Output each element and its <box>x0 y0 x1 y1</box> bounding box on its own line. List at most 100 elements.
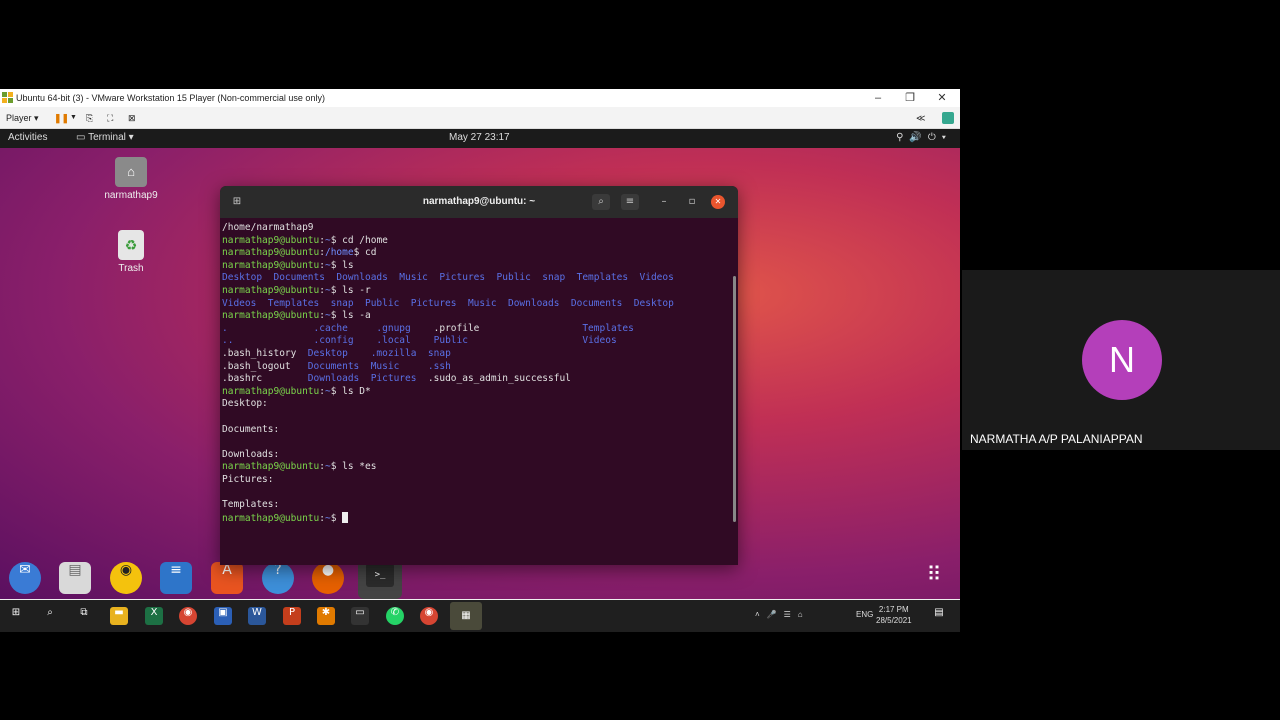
terminal-header[interactable]: ⊞ narmathap9@ubuntu: ~ ⌕ ≡ – ▫ ✕ <box>220 186 738 218</box>
terminal-text: .sudo_as_admin_successful <box>427 373 571 385</box>
close-icon[interactable]: ✕ <box>711 195 725 209</box>
terminal-line: Pictures: <box>222 474 732 487</box>
power-icon: ⏻ <box>927 132 942 143</box>
terminal-text: .bash_logout <box>222 360 308 372</box>
unity-icon[interactable]: ⊠ <box>128 111 136 125</box>
terminal-line: Downloads: <box>222 449 732 462</box>
terminal-line: narmathap9@ubuntu:~$ cd /home <box>222 235 732 248</box>
firefox-icon[interactable]: ● <box>312 562 344 594</box>
terminal-line: . .cache .gnupg .profile Templates <box>222 323 732 336</box>
close-button[interactable]: ✕ <box>926 89 958 107</box>
app-icon[interactable]: ✱ <box>317 607 335 625</box>
maximize-icon[interactable]: ▫ <box>683 194 701 210</box>
software-center-icon[interactable]: A <box>211 562 243 594</box>
terminal-text: narmathap9@ubuntu <box>222 512 320 524</box>
chevron-down-icon[interactable]: ▼ <box>70 111 77 125</box>
file-explorer-icon[interactable]: ▬ <box>110 607 128 625</box>
terminal-text: $ ls *es <box>330 461 377 473</box>
terminal-icon: >_ <box>366 563 394 587</box>
vmware-taskbar-icon[interactable]: ▦ <box>450 602 482 630</box>
terminal-text: Desktop: <box>222 398 268 410</box>
chrome-icon[interactable]: ◉ <box>420 607 438 625</box>
terminal-text: Videos <box>582 335 617 347</box>
player-menu[interactable]: Player ▾ <box>6 111 39 125</box>
terminal-icon[interactable]: ▭ <box>351 607 369 625</box>
collapse-icon[interactable]: ≪ <box>916 111 925 125</box>
windows-start-icon[interactable]: ⊞ <box>7 607 25 625</box>
terminal-line: Documents: <box>222 424 732 437</box>
send-ctrl-alt-del-icon[interactable]: ⎘ <box>86 111 93 125</box>
restore-button[interactable]: ❐ <box>894 89 926 107</box>
terminal-line: Videos Templates snap Public Pictures Mu… <box>222 298 732 311</box>
help-icon[interactable]: ? <box>262 562 294 594</box>
terminal-line: narmathap9@ubuntu:~$ ls -r <box>222 285 732 298</box>
terminal-text: Desktop Documents Downloads Music Pictur… <box>222 272 674 284</box>
terminal-app-icon: ▭ <box>76 132 86 143</box>
taskbar-clock[interactable]: 2:17 PM 28/5/2021 <box>876 604 912 626</box>
terminal-line: .bash_history Desktop .mozilla snap <box>222 348 732 361</box>
volume-icon: 🔊 <box>909 132 928 143</box>
files-icon[interactable]: ▤ <box>59 562 91 594</box>
terminal-text: narmathap9@ubuntu <box>222 310 320 322</box>
terminal-text: Videos Templates snap Public Pictures Mu… <box>222 297 674 309</box>
task-view-icon[interactable]: ⧉ <box>75 607 93 625</box>
show-applications-icon[interactable]: ⠿ <box>918 562 950 594</box>
terminal-line: .bashrc Downloads Pictures .sudo_as_admi… <box>222 373 732 386</box>
desktop-icon-trash[interactable]: ♻ Trash <box>96 230 166 274</box>
terminal-scrollbar[interactable] <box>733 276 736 522</box>
terminal-text: $ ls D* <box>330 385 371 397</box>
system-tray[interactable]: ⚲🔊⏻▾ <box>896 132 952 143</box>
terminal-window[interactable]: ⊞ narmathap9@ubuntu: ~ ⌕ ≡ – ▫ ✕ /home/n… <box>220 186 738 565</box>
search-icon[interactable]: ⌕ <box>41 607 59 625</box>
player-menu-label: Player <box>6 113 32 123</box>
rhythmbox-icon[interactable]: ◉ <box>110 562 142 594</box>
desktop-icon-home[interactable]: ⌂ narmathap9 <box>96 157 166 201</box>
participant-tile: N NARMATHA A/P PALANIAPPAN <box>962 270 1280 450</box>
excel-icon[interactable]: X <box>145 607 163 625</box>
clock[interactable]: May 27 23:17 <box>449 132 510 143</box>
terminal-line: narmathap9@ubuntu:~$ <box>222 511 732 525</box>
powerpoint-icon[interactable]: P <box>283 607 301 625</box>
whatsapp-icon[interactable]: ✆ <box>386 607 404 625</box>
terminal-text: $ cd <box>353 247 377 259</box>
desktop-icon-label: narmathap9 <box>104 190 158 201</box>
fullscreen-icon[interactable]: ⛶ <box>107 111 113 125</box>
terminal-text: narmathap9@ubuntu <box>222 234 320 246</box>
libreoffice-writer-icon[interactable]: ≡ <box>160 562 192 594</box>
activities-button[interactable]: Activities <box>8 132 47 143</box>
hamburger-menu-icon[interactable]: ≡ <box>621 194 639 210</box>
notifications-icon[interactable]: ▤ <box>930 607 948 625</box>
vm-status-icon[interactable] <box>942 112 954 124</box>
terminal-text: Desktop .mozilla snap <box>307 347 451 359</box>
vmware-titlebar[interactable]: Ubuntu 64-bit (3) - VMware Workstation 1… <box>0 89 960 107</box>
minimize-icon[interactable]: – <box>655 194 673 210</box>
terminal-line: Desktop Documents Downloads Music Pictur… <box>222 272 732 285</box>
word-icon[interactable]: W <box>248 607 266 625</box>
thunderbird-icon[interactable]: ✉ <box>9 562 41 594</box>
tray-icons[interactable]: ˄🎤☰⌂ <box>755 610 810 619</box>
pause-icon[interactable]: ❚❚ <box>54 111 69 125</box>
terminal-text: Documents: <box>222 423 280 435</box>
terminal-text: Templates: <box>222 499 280 511</box>
search-icon[interactable]: ⌕ <box>592 194 610 210</box>
app-icon[interactable]: ▣ <box>214 607 232 625</box>
terminal-text: .profile <box>433 322 480 334</box>
language-indicator[interactable]: ENG <box>856 610 873 619</box>
chrome-icon[interactable]: ◉ <box>179 607 197 625</box>
terminal-line: narmathap9@ubuntu:~$ ls <box>222 260 732 273</box>
vmware-title: Ubuntu 64-bit (3) - VMware Workstation 1… <box>16 93 325 103</box>
app-menu[interactable]: ▭ Terminal ▾ <box>76 132 134 143</box>
terminal-text: .config .local Public <box>313 335 468 347</box>
gnome-top-bar: Activities ▭ Terminal ▾ May 27 23:17 ⚲🔊⏻… <box>0 129 960 148</box>
desktop-icon-label: Trash <box>118 263 144 274</box>
terminal-output[interactable]: /home/narmathap9 narmathap9@ubuntu:~$ cd … <box>222 222 732 562</box>
minimize-button[interactable]: – <box>862 89 894 107</box>
terminal-text: $ ls -a <box>330 310 371 322</box>
terminal-text: /home/narmathap9 <box>222 222 314 233</box>
network-icon: ⚲ <box>896 132 910 143</box>
terminal-text: narmathap9@ubuntu <box>222 284 320 296</box>
